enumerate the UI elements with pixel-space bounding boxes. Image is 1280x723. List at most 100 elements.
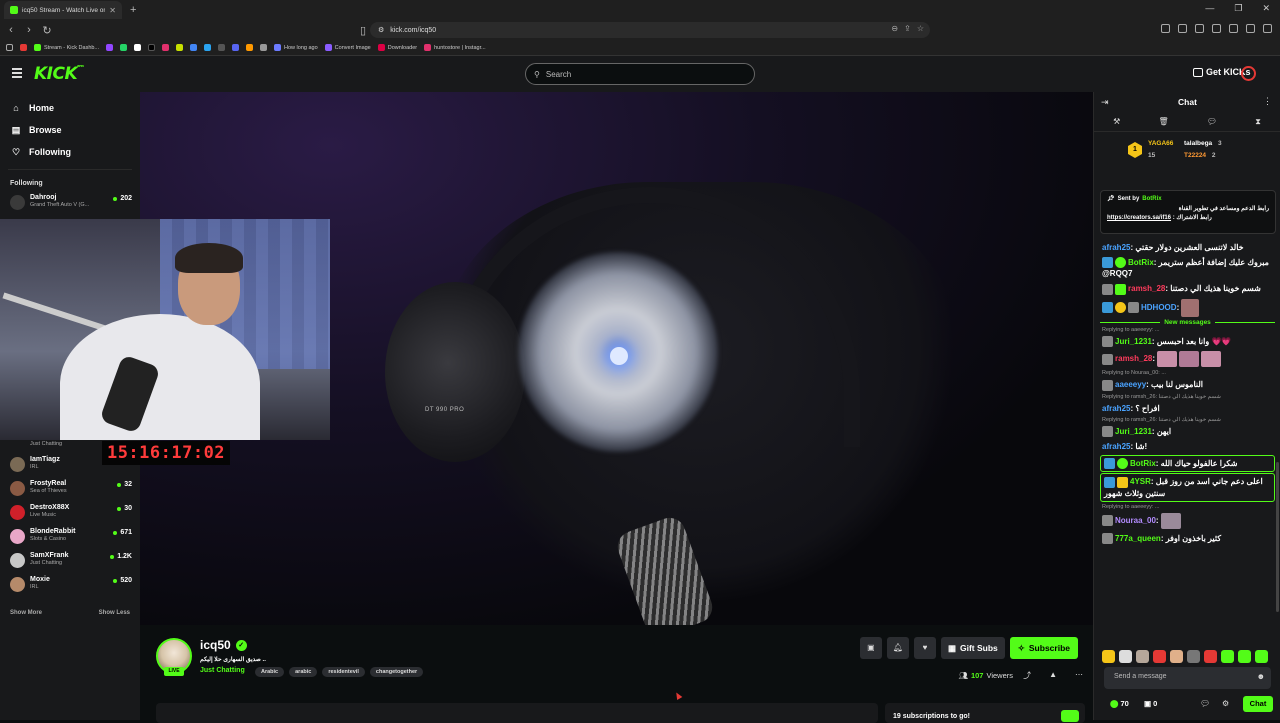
chat-options-icon[interactable]: ⋮ [1263,96,1272,107]
chat-username[interactable]: HDHOOD [1141,303,1177,312]
bookmark-icon[interactable] [204,44,212,51]
chat-message-highlighted[interactable]: BotRix: شكرا عالفولو حياك الله [1100,454,1275,473]
kick-logo[interactable]: KICKBETA [34,64,84,84]
chat-scrollbar[interactable] [1276,462,1279,612]
menu-icon[interactable] [12,68,22,78]
chat-username[interactable]: Juri_1231 [1115,427,1152,436]
back-icon[interactable]: ‹ [4,24,18,36]
emote-icon[interactable] [1238,650,1251,663]
settings-gear-icon[interactable]: ⚙ [1222,699,1229,708]
channel-name[interactable]: icq50 [200,638,231,652]
pinned-message[interactable]: 📌︎ Sent by BotRix رابط الدعم ومساعد في تطو… [1100,190,1276,234]
emote-icon[interactable] [1136,650,1149,663]
bookmark-icon[interactable] [162,44,170,51]
tag[interactable]: arabic [289,667,318,677]
bookmark-icon[interactable] [134,44,142,51]
bookmark-icon[interactable] [190,44,198,51]
bookmark-icon[interactable] [218,44,226,51]
more-options-icon[interactable]: ⋯ [1075,670,1083,681]
emote-icon[interactable] [1102,650,1115,663]
clip-icon[interactable]: ▣ [859,637,882,659]
bookmark-icon[interactable] [148,44,156,51]
leader-second[interactable]: talalbega 3 [1184,140,1222,147]
zoom-icon[interactable]: ⊖ [891,24,898,33]
trash-icon[interactable]: 🗑︎ [1159,117,1169,126]
followed-channel[interactable]: Dahrooj Grand Theft Auto V (G... 202 [0,191,140,215]
search-input[interactable]: ⚲ Search [525,63,755,85]
bookmark-icon[interactable] [260,44,268,51]
gift-subs-button[interactable]: ▦ Gift Subs [940,637,1005,659]
bookmark-icon[interactable] [232,44,240,51]
chat-username[interactable]: 777a_queen [1115,534,1161,543]
leader-third[interactable]: T22224 2 [1184,152,1215,159]
kicks-balance[interactable]: ▣ 0 [1144,699,1157,708]
emote-icon[interactable] [1204,650,1217,663]
show-more-button[interactable]: Show More [10,610,42,616]
emote-icon[interactable] [1221,650,1234,663]
profile-avatar[interactable] [1241,66,1256,81]
chat-bubble-icon[interactable]: 💬︎ [1207,117,1217,126]
bookmark-huntostore[interactable]: huntostore | Instagr... [424,44,486,51]
extension-icon[interactable] [1212,24,1221,33]
followed-channel[interactable]: FrostyReal Sea of Thieves 32 [0,477,140,501]
extension-icon[interactable] [1246,24,1255,33]
bookmark-icon[interactable] [120,44,128,51]
extension-icon[interactable] [1178,24,1187,33]
chat-username[interactable]: BotRix [1128,258,1154,267]
chat-username[interactable]: aaeeeyy [1115,380,1146,389]
emote-icon[interactable] [1119,650,1132,663]
chat-username[interactable]: afrah25 [1102,404,1130,413]
followed-channel[interactable]: SamXFrank Just Chatting 1.2K [0,549,140,573]
chat-username[interactable]: afrah25 [1102,243,1130,252]
chat-message[interactable]: Nouraa_00: [1094,511,1280,531]
chat-message[interactable]: Juri_1231: ايهن [1094,424,1280,439]
sidebar-item-browse[interactable]: ▤ Browse [0,119,140,141]
tag[interactable]: changetogether [369,667,424,677]
extension-icon[interactable] [1263,24,1272,33]
reload-icon[interactable]: ↻ [40,24,54,37]
emoji-picker-icon[interactable]: ☻ [1257,672,1265,681]
close-window-icon[interactable]: ✕ [1262,3,1270,14]
maximize-icon[interactable]: ❐ [1234,3,1242,14]
send-chat-button[interactable]: Chat [1243,696,1273,712]
bookmark-icon[interactable] [176,44,184,51]
extension-icon[interactable] [1195,24,1204,33]
chat-username[interactable]: Nouraa_00 [1115,516,1156,525]
chat-message[interactable]: Juri_1231: وانا بعد احبسس 💗💗 [1094,334,1280,349]
minimize-icon[interactable]: — [1205,3,1214,14]
chat-message-highlighted[interactable]: 4YSR: اعلى دعم جاني اسد من روز قبل سنتين… [1100,473,1275,502]
chat-input[interactable]: Send a message ☻ [1104,667,1271,689]
bookmark-page-icon[interactable]: ▯ [356,24,370,37]
emote-icon[interactable] [1170,650,1183,663]
emote-icon[interactable] [1255,650,1268,663]
chat-username[interactable]: BotRix [1130,459,1156,468]
tag[interactable]: Arabic [255,667,285,677]
browser-tab[interactable]: icq50 Stream - Watch Live on Ki ✕ [4,1,122,19]
apps-icon[interactable] [6,44,13,51]
hourglass-icon[interactable]: ⧗ [1255,117,1261,127]
address-bar[interactable]: ⚙ kick.com/icq50 ⊖ ⇪ ☆ [370,22,930,38]
close-tab-icon[interactable]: ✕ [109,6,116,15]
chat-username[interactable]: 4YSR [1130,477,1151,486]
channel-points[interactable]: ⬤ 70 [1110,699,1129,708]
bell-icon[interactable]: 🔔︎ [886,637,909,659]
chat-message[interactable]: afrah25: شا! [1094,439,1280,454]
leader-first[interactable]: YAGA66 [1148,140,1173,147]
bookmark-convert-image[interactable]: Convert Image [324,44,371,51]
heart-icon[interactable]: ♥ [913,637,936,659]
share-icon[interactable]: ⇪ [904,24,911,33]
followed-channel[interactable]: BlondeRabbit Slots & Casino 671 [0,525,140,549]
chat-message[interactable]: afrah25: خالد لاتنسى العشرين دولار حقتي [1094,240,1280,255]
site-info-icon[interactable]: ⚙ [378,26,384,34]
stream-category[interactable]: Just Chatting [200,667,245,674]
chat-message[interactable]: ramsh_28: [1094,349,1280,369]
new-tab-icon[interactable]: + [130,4,136,16]
chat-username[interactable]: ramsh_28 [1128,284,1165,293]
chat-username[interactable]: Juri_1231 [1115,337,1152,346]
bookmark-star-icon[interactable]: ☆ [917,24,924,33]
share-icon[interactable]: ⤴ [1023,670,1031,681]
chat-message[interactable]: BotRix: مبروك عليك إضافة أعظم ستريمر @RQ… [1094,255,1280,281]
extension-icon[interactable] [1229,24,1238,33]
bookmark-icon[interactable] [246,44,254,51]
pinned-link[interactable]: https://creators.sa/if16 [1107,215,1171,221]
